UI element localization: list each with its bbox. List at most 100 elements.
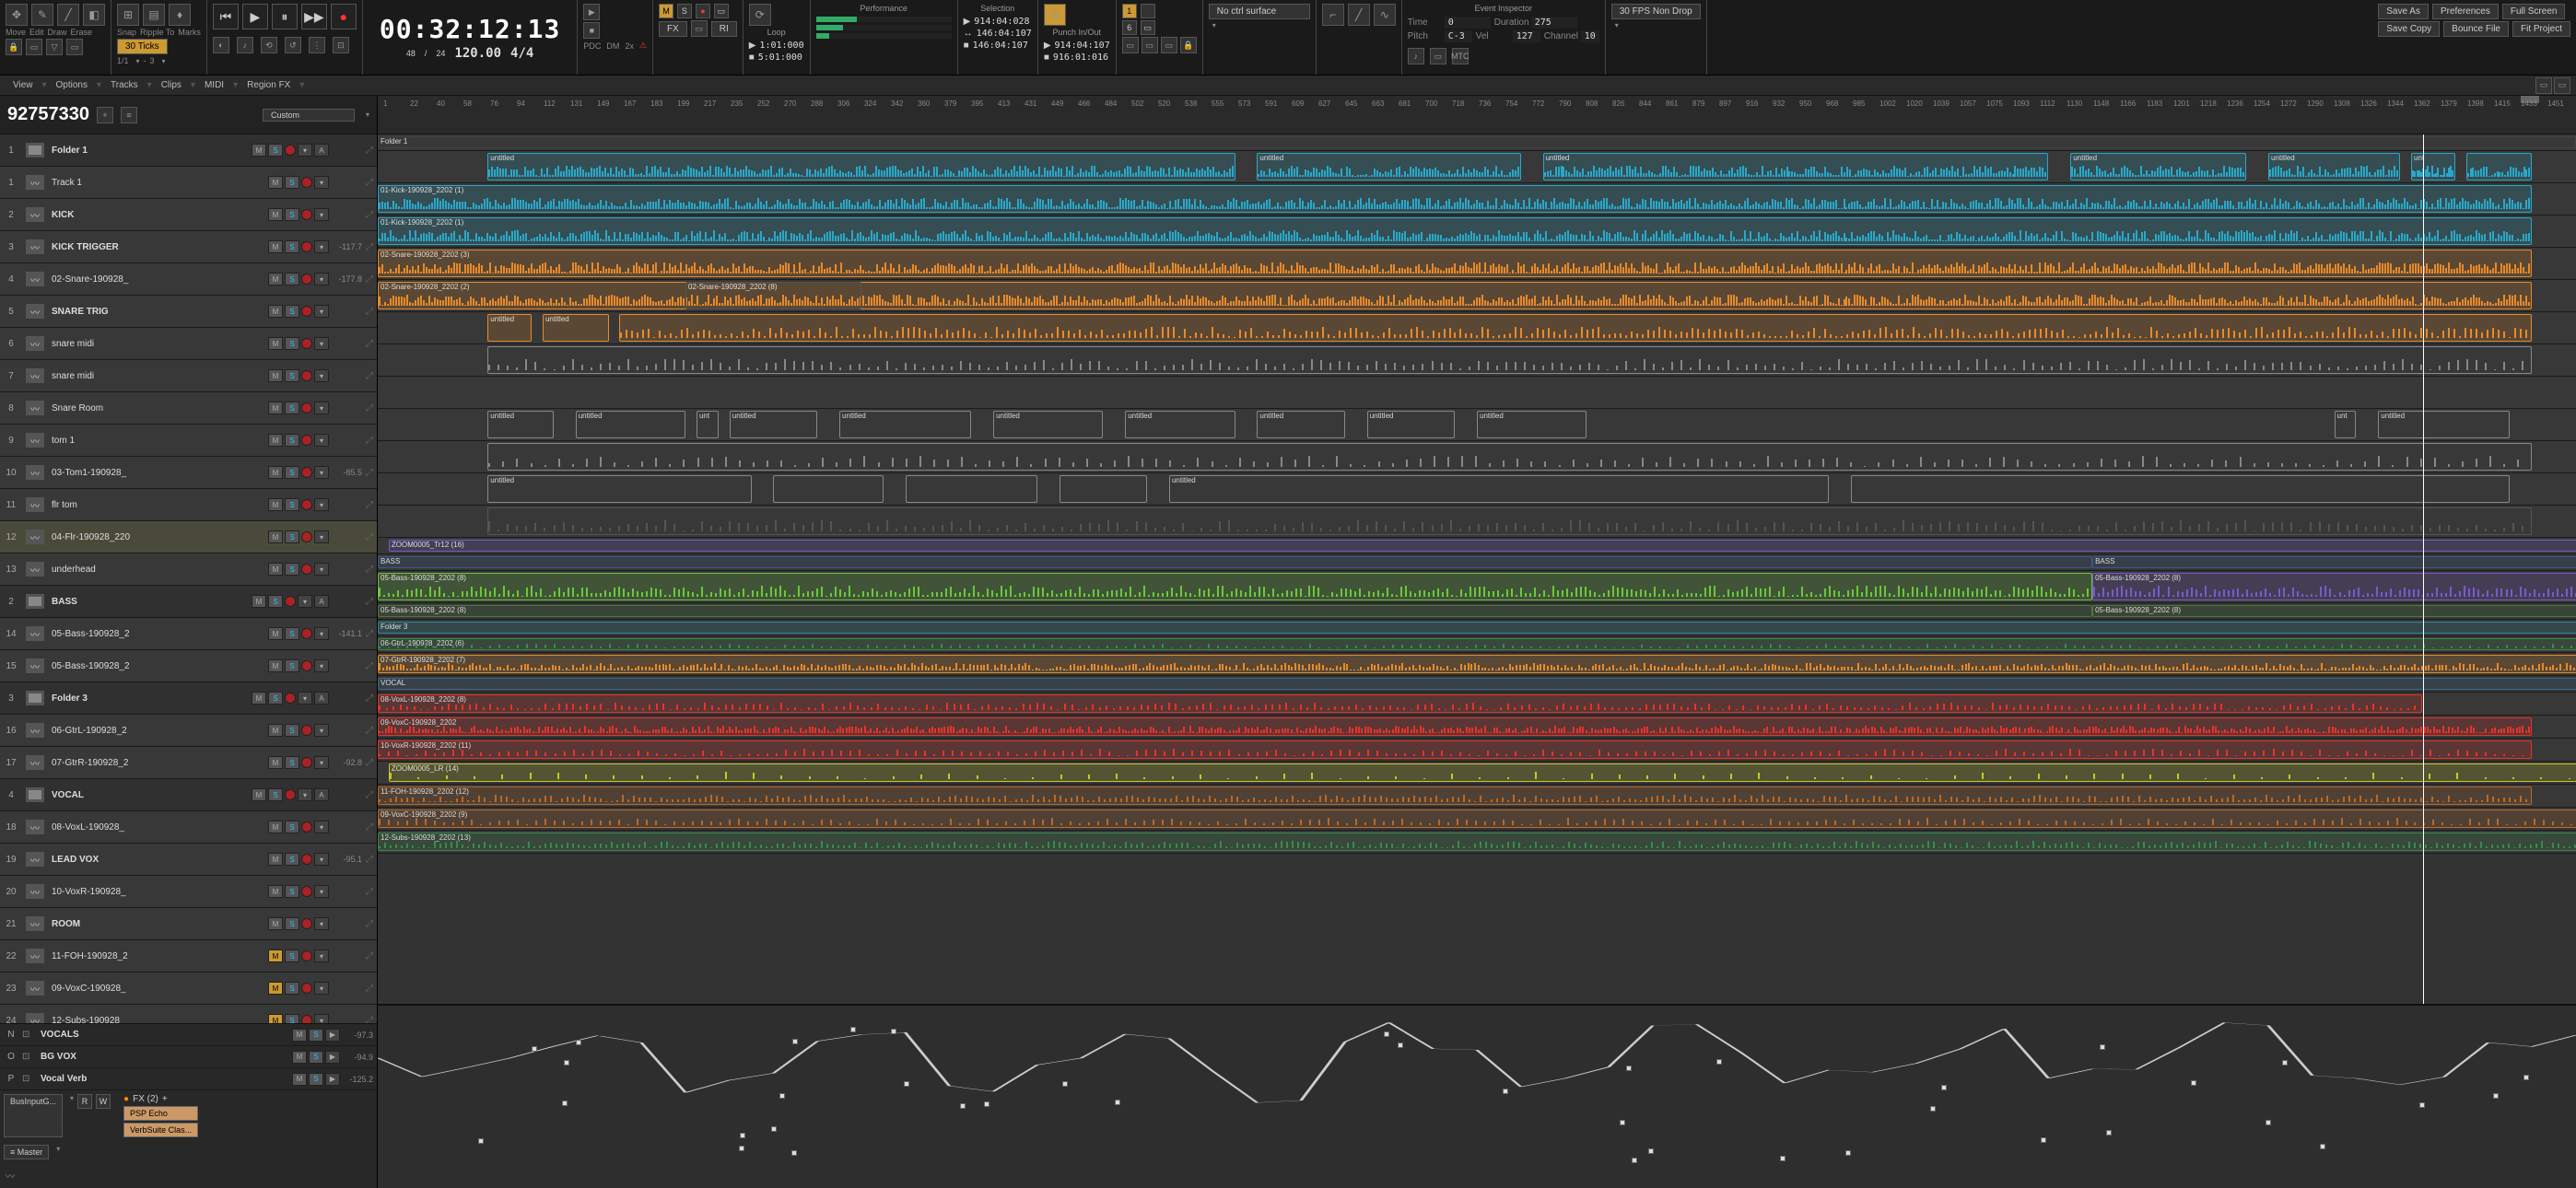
input-button[interactable]: ▾ [314, 724, 329, 737]
curve2-btn[interactable]: ╱ [1348, 4, 1370, 26]
automation-curve[interactable] [378, 1006, 2576, 1188]
chevron-down-icon[interactable]: ▾ [1212, 21, 1310, 29]
track-lane[interactable]: untitleduntitleduntuntitleduntitleduntit… [378, 409, 2576, 441]
view-opt2[interactable]: ▭ [2554, 77, 2570, 94]
g-opt1[interactable]: ▭ [1122, 37, 1139, 53]
track-row[interactable]: 2 BASS M S ▾ A ⤢ [0, 586, 377, 618]
arm-button[interactable] [301, 854, 312, 865]
mute-button[interactable]: M [252, 595, 266, 608]
track-lane[interactable]: 01-Kick-190928_2202 (1) [378, 215, 2576, 248]
arm-button[interactable] [301, 370, 312, 381]
audio-clip[interactable] [487, 443, 2532, 471]
track-name-label[interactable]: 09-VoxC-190928_ [48, 984, 268, 994]
track-row[interactable]: 23 〰 09-VoxC-190928_ M S ▾ ⤢ [0, 973, 377, 1005]
arm-button[interactable] [301, 435, 312, 446]
solo-button[interactable]: S [309, 1029, 323, 1042]
input-button[interactable]: ▾ [314, 402, 329, 414]
audio-clip[interactable]: 05-Bass-190928_2202 (8) [2092, 605, 2576, 617]
input-button[interactable]: ▾ [314, 466, 329, 479]
audio-clip[interactable]: 01-Kick-190928_2202 (1) [378, 185, 2532, 213]
ticks-select[interactable]: 30 Ticks [117, 39, 168, 54]
automation-node[interactable] [1115, 1100, 1120, 1105]
automation-node[interactable] [2320, 1144, 2325, 1149]
automation-node[interactable] [1398, 1042, 1403, 1048]
track-name-label[interactable]: Track 1 [48, 178, 268, 188]
s-toggle[interactable]: S [677, 4, 692, 18]
pitch-val[interactable]: C-3 [1445, 30, 1472, 42]
expand-icon[interactable]: ⤢ [366, 726, 377, 736]
expand-icon[interactable]: ⤢ [366, 242, 377, 252]
audio-clip[interactable]: untitled [487, 411, 554, 438]
track-lane[interactable]: ZOOM0005_Tr12 (16) [378, 538, 2576, 554]
menu-view[interactable]: View [6, 78, 41, 92]
dur-val[interactable]: 275 [1531, 17, 1577, 29]
track-type-icon[interactable]: 〰 [26, 433, 44, 448]
timesig[interactable]: 4/4 [510, 46, 533, 61]
input-button[interactable]: ▾ [314, 337, 329, 350]
solo-button[interactable]: S [285, 208, 299, 221]
automation-node[interactable] [2106, 1130, 2112, 1136]
track-name-label[interactable]: 03-Tom1-190928_ [48, 468, 268, 478]
sel-end[interactable]: 146:04:107 [973, 41, 1028, 51]
input-button[interactable]: ▾ [314, 240, 329, 253]
track-row[interactable]: 9 〰 tom 1 M S ▾ ⤢ [0, 425, 377, 457]
g-opt3[interactable]: ▭ [1161, 37, 1177, 53]
input-button[interactable]: ▾ [298, 595, 312, 608]
track-row[interactable]: 8 〰 Snare Room M S ▾ ⤢ [0, 392, 377, 425]
move-tool[interactable]: ✥ [6, 4, 28, 26]
audio-clip[interactable] [2466, 153, 2533, 181]
audio-clip[interactable]: untitled [1477, 411, 1587, 438]
arm-button[interactable] [301, 531, 312, 542]
arm-button[interactable] [301, 757, 312, 768]
automation-node[interactable] [960, 1103, 966, 1109]
automation-node[interactable] [564, 1060, 569, 1066]
automation-node[interactable] [1062, 1081, 1068, 1087]
expand-icon[interactable]: ⤢ [366, 951, 377, 961]
track-row[interactable]: 16 〰 06-GtrL-190928_2 M S ▾ ⤢ [0, 715, 377, 747]
automation-node[interactable] [1503, 1089, 1508, 1094]
input-button[interactable]: ▾ [314, 885, 329, 898]
mute-button[interactable]: M [268, 530, 283, 543]
grid-6[interactable]: 6 [1122, 20, 1137, 35]
track-lane[interactable]: 09-VoxC-190928_2202 (9) [378, 808, 2576, 831]
bus-name[interactable]: VOCALS [37, 1030, 292, 1040]
solo-button[interactable]: S [285, 498, 299, 511]
track-row[interactable]: 1 〰 Track 1 M S ▾ ⤢ [0, 167, 377, 199]
solo-button[interactable]: S [285, 337, 299, 350]
fps-select[interactable]: 30 FPS Non Drop [1611, 4, 1701, 19]
track-name-label[interactable]: KICK TRIGGER [48, 242, 268, 252]
arm-button[interactable] [301, 886, 312, 897]
audio-clip[interactable]: 08-VoxL-190928_2202 (8) [378, 694, 2422, 713]
track-lane[interactable]: untitleduntitled [378, 312, 2576, 344]
track-row[interactable]: 13 〰 underhead M S ▾ ⤢ [0, 553, 377, 586]
expand-icon[interactable]: ⤢ [366, 371, 377, 381]
audio-clip[interactable]: unt [2411, 153, 2455, 181]
audio-clip[interactable]: ZOOM0005_Tr12 (16) [389, 540, 2576, 552]
mute-button[interactable]: M [268, 369, 283, 382]
playhead[interactable] [2423, 134, 2424, 1004]
track-type-icon[interactable]: 〰 [26, 497, 44, 512]
track-row[interactable]: 11 〰 flr tom M S ▾ ⤢ [0, 489, 377, 521]
track-type-icon[interactable]: 〰 [26, 207, 44, 222]
track-row[interactable]: 4 〰 02-Snare-190928_ M S ▾ -177.8 ⤢ [0, 263, 377, 296]
arm-button[interactable] [301, 660, 312, 671]
solo-button[interactable]: S [285, 305, 299, 318]
solo-button[interactable]: S [268, 788, 283, 801]
curve3-btn[interactable]: ∿ [1374, 4, 1396, 26]
ticks-val[interactable]: 1/1 [117, 56, 129, 65]
expand-icon[interactable]: ⤢ [366, 500, 377, 510]
solo-button[interactable]: S [285, 885, 299, 898]
solo-button[interactable]: S [285, 756, 299, 769]
track-lane[interactable]: 11-FOH-190928_2202 (12) [378, 785, 2576, 808]
opt-c-icon[interactable]: ▭ [66, 39, 83, 55]
arm-button[interactable] [301, 821, 312, 833]
track-name-label[interactable]: LEAD VOX [48, 855, 268, 865]
track-type-icon[interactable]: 〰 [26, 949, 44, 963]
track-lane[interactable]: 12-Subs-190928_2202 (13) [378, 831, 2576, 854]
chevron-down-icon[interactable]: ▾ [136, 57, 140, 65]
opt-a-icon[interactable]: ▭ [26, 39, 42, 55]
expand-icon[interactable]: ⤢ [366, 693, 377, 704]
sel-start[interactable]: 914:04:028 [974, 17, 1029, 27]
auto-button[interactable]: A [314, 144, 329, 157]
t-opt-5[interactable]: ⋮ [309, 37, 325, 53]
